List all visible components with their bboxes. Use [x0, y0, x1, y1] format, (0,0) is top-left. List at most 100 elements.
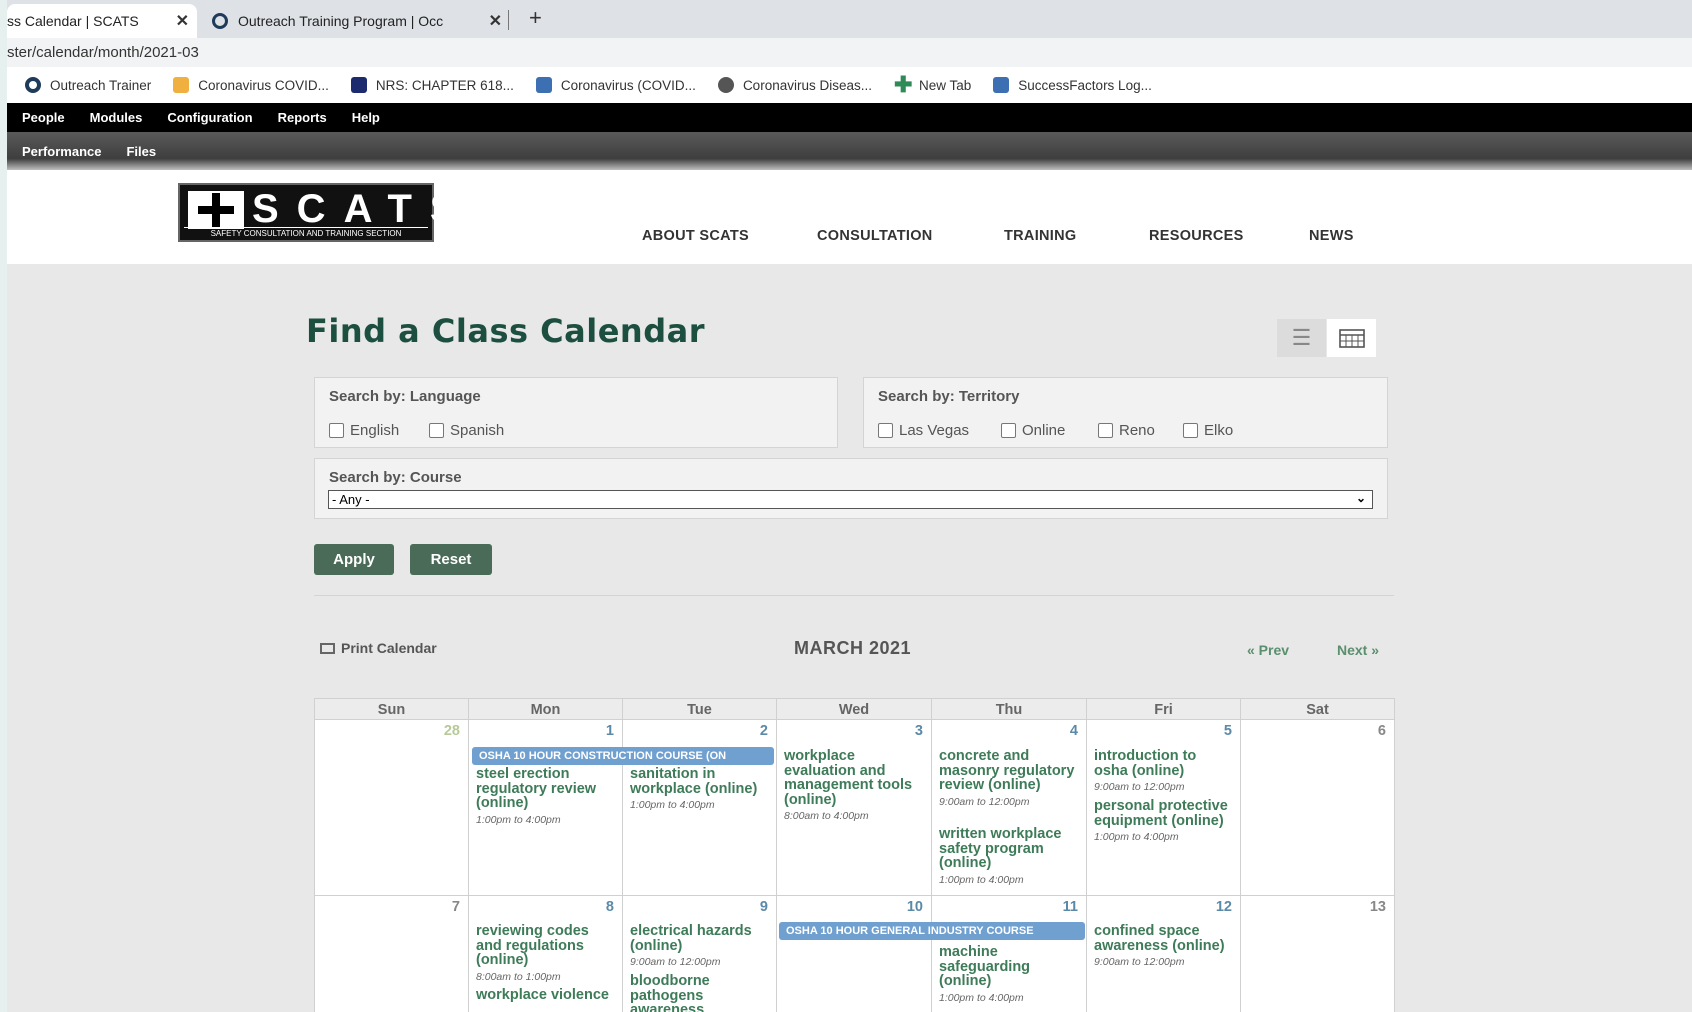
nav-news[interactable]: NEWS	[1309, 228, 1354, 244]
globe-icon	[717, 77, 734, 93]
admin-submenu-performance[interactable]: Performance	[22, 144, 101, 159]
nevada-cross-badge: NEVADA	[188, 191, 244, 229]
dow-sun: Sun	[314, 698, 469, 720]
admin-menu-modules[interactable]: Modules	[90, 110, 143, 125]
checkbox-spanish[interactable]: Spanish	[429, 422, 504, 439]
day-cell[interactable]: 3 workplace evaluation and management to…	[776, 719, 932, 896]
dow-thu: Thu	[931, 698, 1087, 720]
event-title: machine safeguarding (online)	[939, 944, 1031, 989]
event-title: bloodborne pathogens awareness	[630, 973, 710, 1012]
divider	[314, 595, 1394, 596]
bookmark-label: Coronavirus Diseas...	[742, 77, 872, 93]
multi-day-event-banner[interactable]: OSHA 10 HOUR CONSTRUCTION COURSE (ON	[472, 747, 774, 765]
day-number: 13	[1369, 899, 1386, 915]
admin-submenu-files[interactable]: Files	[126, 144, 156, 159]
checkbox-icon	[1098, 423, 1113, 438]
event-time: 1:00pm to 4:00pm	[939, 873, 1024, 886]
bookmark-coronavirus-3[interactable]: Coronavirus Diseas...	[717, 77, 872, 93]
bookmark-successfactors[interactable]: SuccessFactors Log...	[993, 77, 1152, 93]
calendar-event[interactable]: bloodborne pathogens awareness	[630, 974, 770, 1012]
event-time: 9:00am to 12:00pm	[1094, 781, 1185, 793]
new-tab-button[interactable]: +	[529, 5, 542, 31]
calendar-event[interactable]: concrete and masonry regulatory review (…	[939, 749, 1079, 808]
list-view-icon[interactable]: ☰	[1277, 319, 1326, 357]
bookmark-coronavirus-1[interactable]: Coronavirus COVID...	[173, 77, 329, 93]
bookmark-label: NRS: CHAPTER 618...	[375, 77, 514, 93]
day-number: 8	[605, 899, 614, 915]
admin-menu-people[interactable]: People	[22, 110, 65, 125]
event-time: 1:00pm to 4:00pm	[630, 799, 715, 811]
day-cell[interactable]: 2 sanitation in workplace (online) 1:00pm…	[622, 719, 777, 896]
nav-about-scats[interactable]: ABOUT SCATS	[642, 228, 749, 244]
dow-tue: Tue	[622, 698, 777, 720]
calendar-event[interactable]: introduction to osha (online) 9:00am to 1…	[1094, 749, 1234, 793]
tab-calendar[interactable]: ss Calendar | SCATS ✕	[7, 4, 197, 38]
bookmarks-bar: Outreach Trainer Coronavirus COVID... NR…	[7, 67, 1692, 103]
calendar-event[interactable]: confined space awareness (online) 9:00am …	[1094, 924, 1234, 968]
day-cell[interactable]: 10	[776, 895, 932, 1012]
day-cell[interactable]: 5 introduction to osha (online) 9:00am to…	[1086, 719, 1241, 896]
calendar-event[interactable]: reviewing codes and regulations (online)…	[476, 924, 616, 983]
admin-menu-help[interactable]: Help	[352, 110, 380, 125]
day-number: 9	[759, 899, 768, 915]
calendar-event[interactable]: workplace violence	[476, 988, 616, 1003]
dow-sat: Sat	[1240, 698, 1395, 720]
calendar-event[interactable]: machine safeguarding (online) 1:00pm to 4…	[939, 945, 1079, 1004]
chevron-down-icon: ⌄	[1355, 491, 1366, 505]
calendar-event[interactable]: workplace evaluation and management tool…	[784, 749, 924, 822]
calendar-view-icon[interactable]	[1327, 319, 1376, 357]
calendar-event[interactable]: sanitation in workplace (online) 1:00pm t…	[630, 767, 770, 811]
calendar-event[interactable]: electrical hazards (online) 9:00am to 12:…	[630, 924, 770, 968]
reset-button[interactable]: Reset	[410, 544, 492, 575]
event-title: steel erection regulatory review (online…	[476, 766, 597, 811]
next-month-link[interactable]: Next »	[1337, 642, 1379, 658]
day-cell[interactable]: 1 steel erection regulatory review (onli…	[468, 719, 623, 896]
day-cell[interactable]: 7	[314, 895, 469, 1012]
day-cell[interactable]: 4 concrete and masonry regulatory review…	[931, 719, 1087, 896]
checkbox-icon	[329, 423, 344, 438]
tab-outreach[interactable]: Outreach Training Program | Occ ✕	[212, 4, 502, 38]
apply-button[interactable]: Apply	[314, 544, 394, 575]
print-calendar-link[interactable]: Print Calendar	[320, 640, 437, 656]
event-time: 9:00am to 12:00pm	[1094, 956, 1185, 968]
course-select-value: - Any -	[332, 492, 370, 507]
checkbox-online[interactable]: Online	[1001, 422, 1065, 439]
logo-wordmark: SCATS	[252, 187, 475, 231]
admin-menu-reports[interactable]: Reports	[278, 110, 327, 125]
admin-menu-configuration[interactable]: Configuration	[167, 110, 252, 125]
day-cell[interactable]: 12 confined space awareness (online) 9:00…	[1086, 895, 1241, 1012]
checkbox-icon	[1001, 423, 1016, 438]
nav-training[interactable]: TRAINING	[1004, 228, 1076, 244]
day-cell[interactable]: 9 electrical hazards (online) 9:00am to 1…	[622, 895, 777, 1012]
nav-consultation[interactable]: CONSULTATION	[817, 228, 933, 244]
bookmark-nrs[interactable]: NRS: CHAPTER 618...	[350, 77, 514, 93]
nav-resources[interactable]: RESOURCES	[1149, 228, 1244, 244]
calendar-event[interactable]: personal protective equipment (online) 1:…	[1094, 799, 1234, 843]
day-number: 11	[1062, 899, 1078, 915]
event-time: 8:00am to 1:00pm	[476, 970, 561, 983]
day-cell[interactable]: 28	[314, 719, 469, 896]
course-select[interactable]: - Any - ⌄	[328, 490, 1373, 509]
multi-day-event-banner[interactable]: OSHA 10 HOUR GENERAL INDUSTRY COURSE	[779, 922, 1085, 940]
checkbox-las-vegas[interactable]: Las Vegas	[878, 422, 969, 439]
day-number: 2	[759, 723, 768, 739]
bookmark-outreach-trainer[interactable]: Outreach Trainer	[25, 77, 151, 93]
day-cell[interactable]: 11 machine safeguarding (online) 1:00pm t…	[931, 895, 1087, 1012]
checkbox-elko[interactable]: Elko	[1183, 422, 1233, 439]
day-cell[interactable]: 13	[1240, 895, 1395, 1012]
day-cell[interactable]: 6	[1240, 719, 1395, 896]
prev-month-link[interactable]: « Prev	[1247, 642, 1289, 658]
close-icon[interactable]: ✕	[489, 11, 502, 31]
calendar-event[interactable]: written workplace safety program (online…	[939, 827, 1079, 886]
scats-logo[interactable]: NEVADA SCATS SAFETY CONSULTATION AND TRA…	[178, 183, 457, 242]
month-title: MARCH 2021	[794, 638, 912, 658]
checkbox-label: Online	[1022, 422, 1066, 439]
close-icon[interactable]: ✕	[176, 11, 189, 31]
calendar-event[interactable]: steel erection regulatory review (online…	[476, 767, 616, 826]
address-bar[interactable]: ster/calendar/month/2021-03	[7, 38, 1692, 67]
checkbox-reno[interactable]: Reno	[1098, 422, 1155, 439]
bookmark-coronavirus-2[interactable]: Coronavirus (COVID...	[535, 77, 696, 93]
day-cell[interactable]: 8 reviewing codes and regulations (onlin…	[468, 895, 623, 1012]
checkbox-english[interactable]: English	[329, 422, 399, 439]
bookmark-new-tab[interactable]: ✚ New Tab	[894, 74, 971, 96]
